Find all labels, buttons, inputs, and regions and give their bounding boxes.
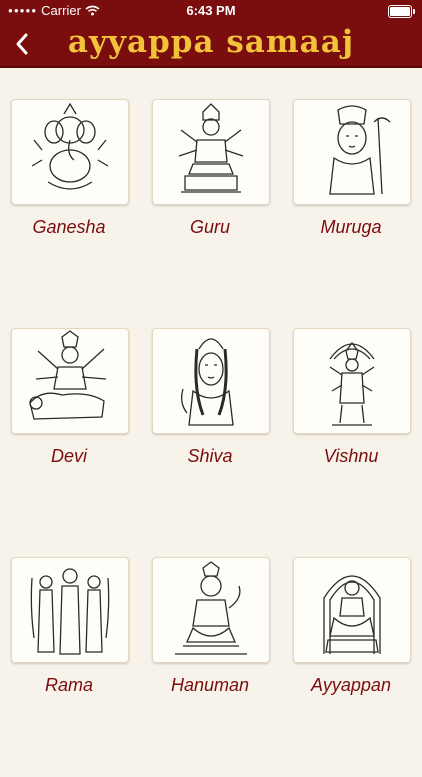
deity-image-card[interactable]: [152, 557, 270, 663]
muruga-icon: [329, 105, 391, 195]
deity-grid: Ganesha Guru Muruga Devi Shiva Vishnu Ra…: [0, 68, 422, 750]
devi-icon: [29, 330, 107, 420]
deity-image-card[interactable]: [152, 328, 270, 434]
deity-tile-muruga[interactable]: Muruga: [293, 99, 422, 319]
page-title-text: ayyappa samaaj: [67, 24, 355, 60]
deity-label[interactable]: Guru: [152, 217, 268, 238]
deity-label[interactable]: Hanuman: [152, 675, 268, 696]
ayyappan-icon: [323, 575, 381, 654]
deity-label[interactable]: Muruga: [293, 217, 409, 238]
deity-tile-ganesha[interactable]: Ganesha: [11, 99, 151, 319]
guru-icon: [178, 103, 244, 193]
battery-icon: [388, 5, 415, 18]
ganesha-icon: [31, 102, 109, 190]
deity-tile-hanuman[interactable]: Hanuman: [152, 557, 292, 777]
deity-tile-shiva[interactable]: Shiva: [152, 328, 292, 548]
vishnu-icon: [329, 341, 375, 426]
deity-tile-vishnu[interactable]: Vishnu: [293, 328, 422, 548]
deity-image-card[interactable]: [11, 557, 129, 663]
deity-label[interactable]: Shiva: [152, 446, 268, 467]
deity-label[interactable]: Vishnu: [293, 446, 409, 467]
rama-icon: [30, 568, 110, 655]
hanuman-icon: [175, 561, 247, 655]
deity-tile-devi[interactable]: Devi: [11, 328, 151, 548]
deity-label[interactable]: Devi: [11, 446, 127, 467]
deity-image-card[interactable]: [11, 328, 129, 434]
deity-label[interactable]: Ganesha: [11, 217, 127, 238]
status-time: 6:43 PM: [186, 3, 236, 18]
deity-image-card[interactable]: [293, 99, 411, 205]
deity-tile-ayyappan[interactable]: Ayyappan: [293, 557, 422, 777]
status-bar: ●●●●● Carrier 6:43 PM: [0, 0, 422, 22]
deity-image-card[interactable]: [293, 328, 411, 434]
deity-tile-rama[interactable]: Rama: [11, 557, 151, 777]
deity-tile-guru[interactable]: Guru: [152, 99, 292, 319]
nav-bar: ayyappa samaaj: [0, 22, 422, 68]
deity-image-card[interactable]: [11, 99, 129, 205]
page-title: ayyappa samaaj: [0, 24, 422, 60]
shiva-icon: [181, 338, 234, 426]
deity-label[interactable]: Rama: [11, 675, 127, 696]
deity-image-card[interactable]: [293, 557, 411, 663]
deity-image-card[interactable]: [152, 99, 270, 205]
deity-label[interactable]: Ayyappan: [293, 675, 409, 696]
